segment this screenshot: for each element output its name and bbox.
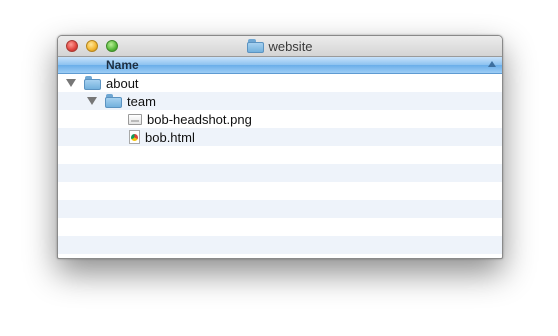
list-item-bob-html[interactable]: bob.html <box>58 128 502 146</box>
title-bar[interactable]: website <box>58 36 502 57</box>
window-title: website <box>58 38 502 54</box>
window-title-text: website <box>268 38 313 54</box>
disclosure-triangle-icon[interactable] <box>87 97 97 105</box>
list-item-label: bob-headshot.png <box>147 111 252 127</box>
disclosure-triangle-icon[interactable] <box>66 79 76 87</box>
image-file-icon <box>128 113 142 125</box>
list-item-label: bob.html <box>145 129 195 145</box>
name-column-label: Name <box>106 58 139 72</box>
empty-row <box>58 164 502 182</box>
folder-icon <box>84 76 101 90</box>
list-item-label: about <box>106 75 139 91</box>
html-file-icon <box>129 130 140 144</box>
folder-icon <box>105 94 122 108</box>
empty-row <box>58 182 502 200</box>
list-item-team[interactable]: team <box>58 92 502 110</box>
finder-window: website Name about team bob-headshot.png <box>57 35 503 259</box>
list-item-label: team <box>127 93 156 109</box>
list-item-about[interactable]: about <box>58 74 502 92</box>
empty-row <box>58 236 502 254</box>
file-list: about team bob-headshot.png bob.html <box>58 74 502 258</box>
empty-row <box>58 218 502 236</box>
empty-row <box>58 146 502 164</box>
list-item-bob-headshot[interactable]: bob-headshot.png <box>58 110 502 128</box>
folder-icon <box>247 39 265 53</box>
name-column-header[interactable]: Name <box>58 57 502 74</box>
sort-ascending-icon[interactable] <box>488 61 496 67</box>
empty-row <box>58 200 502 218</box>
